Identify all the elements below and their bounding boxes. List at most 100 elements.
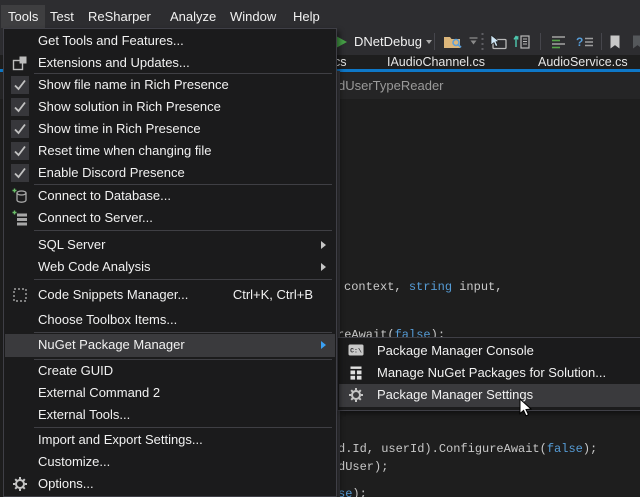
bookmark-icon bbox=[608, 34, 622, 50]
submenu-item-label: Package Manager Settings bbox=[377, 384, 533, 406]
submenu-arrow-icon bbox=[321, 241, 326, 249]
run-button[interactable] bbox=[336, 28, 347, 55]
menu-item-connect-to-server[interactable]: Connect to Server... bbox=[5, 207, 335, 229]
submenu-item-package-manager-console[interactable]: C:\Package Manager Console bbox=[339, 340, 640, 362]
toolbar-separator bbox=[601, 33, 602, 50]
menu-item-label: External Command 2 bbox=[38, 382, 160, 404]
menu-item-label: Code Snippets Manager... bbox=[38, 284, 188, 306]
checkmark-icon bbox=[11, 76, 29, 94]
submenu-item-manage-nuget-packages-for-solution[interactable]: Manage NuGet Packages for Solution... bbox=[339, 362, 640, 384]
menu-item-label: Reset time when changing file bbox=[38, 140, 211, 162]
toolbar-grip[interactable] bbox=[481, 28, 484, 55]
menu-item-options[interactable]: Options... bbox=[5, 473, 335, 495]
code-line: dUser); bbox=[338, 460, 388, 475]
menubar-item-analyze[interactable]: Analyze bbox=[163, 5, 223, 28]
menu-separator bbox=[34, 230, 332, 231]
menubar-item-test[interactable]: Test bbox=[43, 5, 81, 28]
options-chevron-icon bbox=[468, 37, 479, 46]
gear-icon bbox=[348, 387, 364, 403]
menu-item-get-tools-and-features[interactable]: Get Tools and Features... bbox=[5, 30, 335, 52]
menu-item-label: Connect to Server... bbox=[38, 207, 153, 229]
submenu-arrow-icon bbox=[321, 263, 326, 271]
menu-item-code-snippets-manager[interactable]: Code Snippets Manager...Ctrl+K, Ctrl+B bbox=[5, 284, 335, 306]
menu-item-import-and-export-settings[interactable]: Import and Export Settings... bbox=[5, 429, 335, 451]
run-config-selector[interactable]: DNetDebug bbox=[354, 28, 432, 55]
clone-code-button[interactable] bbox=[512, 28, 532, 55]
find-in-files-button[interactable] bbox=[443, 28, 463, 55]
chevron-down-icon bbox=[426, 40, 432, 44]
toolbar-separator bbox=[434, 33, 435, 50]
menu-item-label: Import and Export Settings... bbox=[38, 429, 203, 451]
menubar-item-resharper[interactable]: ReSharper bbox=[81, 5, 158, 28]
tab-iaudiochannel-cs[interactable]: IAudioChannel.cs bbox=[387, 55, 485, 69]
menu-item-web-code-analysis[interactable]: Web Code Analysis bbox=[5, 256, 335, 278]
menubar-item-window[interactable]: Window bbox=[223, 5, 283, 28]
menu-separator bbox=[34, 427, 332, 428]
menu-item-extensions-and-updates[interactable]: Extensions and Updates... bbox=[5, 52, 335, 74]
play-icon bbox=[336, 36, 347, 48]
code-token: context, bbox=[344, 280, 409, 294]
navigate-to-button[interactable] bbox=[488, 28, 508, 55]
extensions-icon bbox=[12, 55, 28, 71]
clone-code-icon bbox=[512, 34, 532, 50]
nuget-submenu: C:\Package Manager ConsoleManage NuGet P… bbox=[337, 337, 640, 411]
tools-dropdown-menu: Get Tools and Features...Extensions and … bbox=[3, 28, 337, 497]
menu-item-connect-to-database[interactable]: Connect to Database... bbox=[5, 185, 335, 207]
menu-item-label: Show time in Rich Presence bbox=[38, 118, 201, 140]
console-icon: C:\ bbox=[348, 343, 364, 359]
editor-margin bbox=[337, 71, 340, 497]
navigate-cursor-icon bbox=[488, 34, 508, 50]
code-line: d.Id, userId).ConfigureAwait(false); bbox=[338, 442, 597, 457]
code-token: dUser); bbox=[338, 460, 388, 474]
menu-separator bbox=[34, 279, 332, 280]
package-grid-icon bbox=[348, 365, 364, 381]
menu-item-choose-toolbox-items[interactable]: Choose Toolbox Items... bbox=[5, 309, 335, 331]
navbar-type-name: dUserTypeReader bbox=[338, 72, 444, 99]
menu-item-label: Connect to Database... bbox=[38, 185, 171, 207]
format-document-button[interactable] bbox=[550, 28, 567, 55]
menu-item-show-time-in-rich-presence[interactable]: Show time in Rich Presence bbox=[5, 118, 335, 140]
code-token: d.Id, userId).ConfigureAwait( bbox=[338, 442, 547, 456]
menu-bar: ToolsTestReSharperAnalyzeWindowHelp bbox=[0, 0, 640, 28]
submenu-item-package-manager-settings[interactable]: Package Manager Settings bbox=[339, 384, 640, 407]
menu-item-label: Extensions and Updates... bbox=[38, 52, 190, 74]
bookmark-prev-button[interactable] bbox=[629, 28, 640, 55]
menu-item-reset-time-when-changing-file[interactable]: Reset time when changing file bbox=[5, 140, 335, 162]
code-token: input, bbox=[452, 280, 502, 294]
database-connect-icon bbox=[12, 188, 28, 204]
gear-icon bbox=[12, 476, 28, 492]
menu-item-enable-discord-presence[interactable]: Enable Discord Presence bbox=[5, 162, 335, 184]
menubar-item-help[interactable]: Help bbox=[286, 5, 327, 28]
menu-item-create-guid[interactable]: Create GUID bbox=[5, 360, 335, 382]
menubar-item-tools[interactable]: Tools bbox=[1, 5, 45, 28]
checkmark-icon bbox=[11, 164, 29, 182]
menu-item-sql-server[interactable]: SQL Server bbox=[5, 234, 335, 256]
menu-separator bbox=[34, 332, 332, 333]
menu-item-label: NuGet Package Manager bbox=[38, 334, 185, 356]
code-line: se); bbox=[338, 487, 367, 497]
folder-search-icon bbox=[443, 34, 463, 50]
menu-item-label: Choose Toolbox Items... bbox=[38, 309, 177, 331]
toolbar-options-button[interactable] bbox=[468, 28, 479, 55]
checkmark-icon bbox=[11, 142, 29, 160]
question-lines-icon: ? bbox=[576, 34, 594, 50]
bookmark-button[interactable] bbox=[608, 28, 622, 55]
menu-item-external-tools[interactable]: External Tools... bbox=[5, 404, 335, 426]
mouse-cursor bbox=[519, 398, 533, 418]
menu-item-nuget-package-manager[interactable]: NuGet Package Manager bbox=[5, 334, 335, 357]
toolbar-separator bbox=[540, 33, 541, 50]
menu-item-label: Show file name in Rich Presence bbox=[38, 74, 229, 96]
ide-window: dUserTypeReader ToolsTestReSharperAnalyz… bbox=[0, 0, 640, 497]
grip-dots-icon bbox=[481, 32, 484, 51]
code-token: ); bbox=[352, 487, 366, 497]
code-token: ); bbox=[583, 442, 597, 456]
help-lines-button[interactable]: ? bbox=[576, 28, 594, 55]
menu-item-label: Web Code Analysis bbox=[38, 256, 151, 278]
menu-item-show-file-name-in-rich-presence[interactable]: Show file name in Rich Presence bbox=[5, 74, 335, 96]
menu-item-external-command-2[interactable]: External Command 2 bbox=[5, 382, 335, 404]
menu-item-customize[interactable]: Customize... bbox=[5, 451, 335, 473]
tab-audioservice-cs[interactable]: AudioService.cs bbox=[538, 55, 628, 69]
menu-item-show-solution-in-rich-presence[interactable]: Show solution in Rich Presence bbox=[5, 96, 335, 118]
svg-text:C:\: C:\ bbox=[350, 348, 362, 355]
server-connect-icon bbox=[12, 210, 28, 226]
